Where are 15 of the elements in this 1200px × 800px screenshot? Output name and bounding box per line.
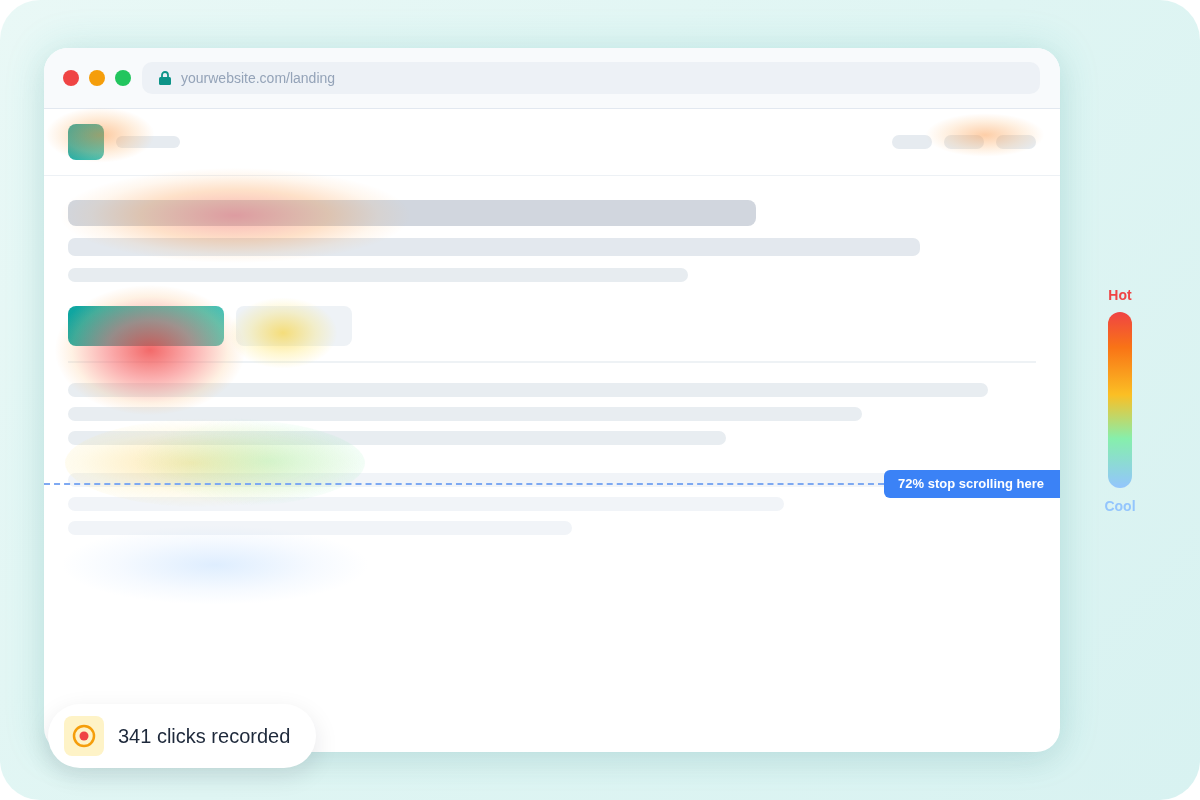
skeleton-bar bbox=[892, 135, 932, 149]
scroll-depth-tag: 72% stop scrolling here bbox=[884, 470, 1060, 498]
logo-block bbox=[68, 124, 104, 160]
skeleton-bar bbox=[944, 135, 984, 149]
close-button[interactable] bbox=[63, 70, 79, 86]
address-bar[interactable]: yourwebsite.com/landing bbox=[142, 62, 1040, 94]
lock-icon bbox=[159, 71, 171, 85]
minimize-button[interactable] bbox=[89, 70, 105, 86]
skeleton-bar bbox=[116, 136, 180, 148]
clicks-count-text: 341 clicks recorded bbox=[118, 724, 291, 748]
skeleton-bar bbox=[996, 135, 1036, 149]
legend-hot-label: Hot bbox=[1108, 286, 1132, 304]
target-icon bbox=[64, 716, 104, 756]
maximize-button[interactable] bbox=[115, 70, 131, 86]
legend-cool-label: Cool bbox=[1104, 497, 1136, 515]
